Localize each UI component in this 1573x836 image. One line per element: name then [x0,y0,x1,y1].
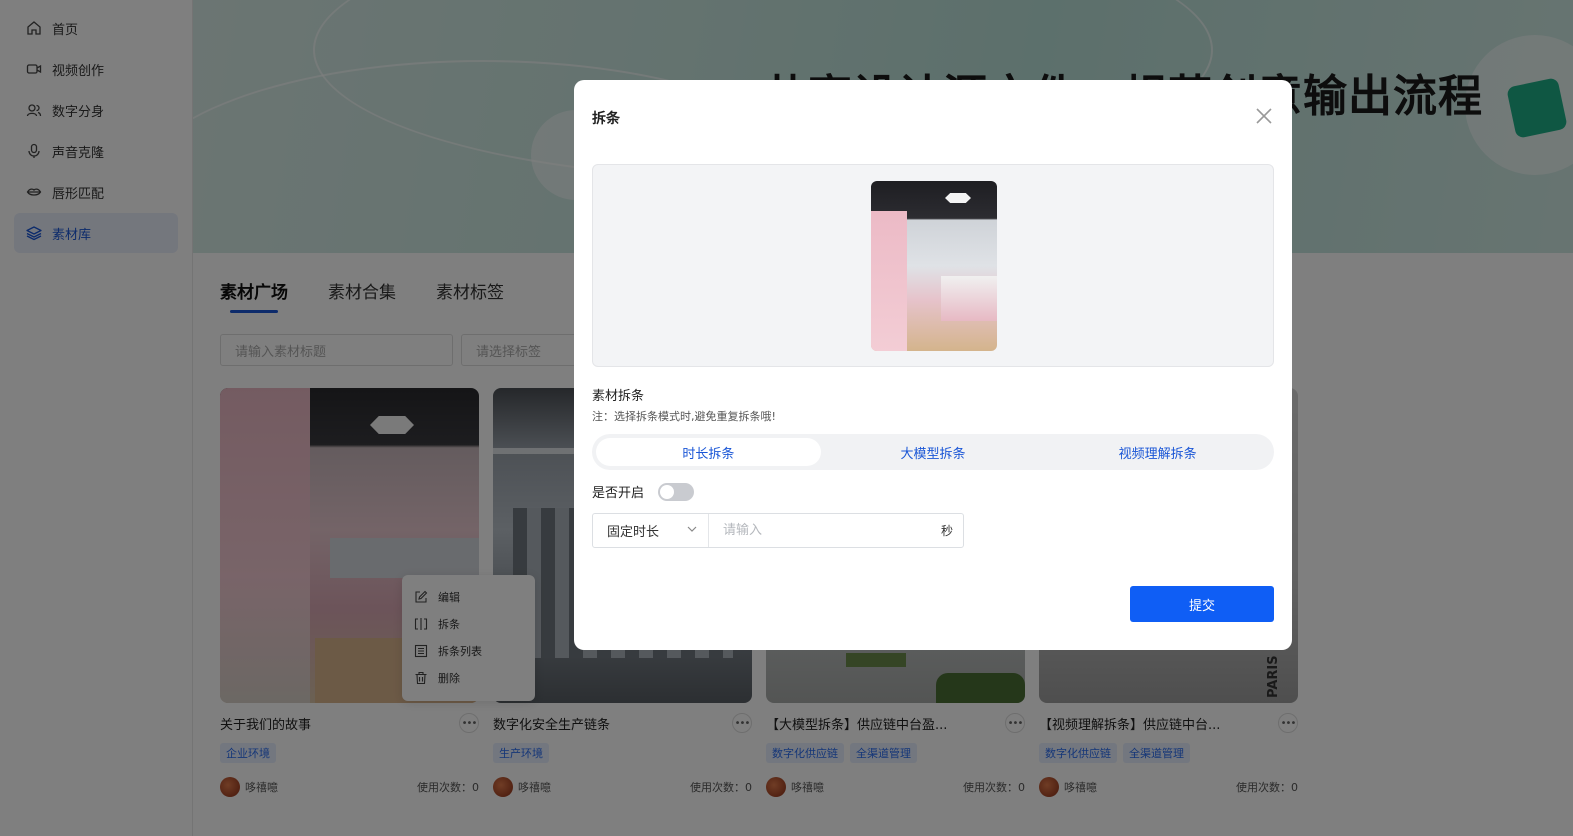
duration-mode-select[interactable]: 固定时长 [593,514,709,547]
chevron-down-icon [686,523,698,539]
split-modal: 拆条 素材拆条 注：选择拆条模式时,避免重复拆条哦! 时长拆条 大模型拆条 视频… [574,80,1292,650]
segment-llm-split[interactable]: 大模型拆条 [821,438,1046,466]
preview-area [592,164,1274,367]
duration-unit: 秒 [940,524,953,538]
enable-row: 是否开启 [592,482,695,501]
split-mode-segmented: 时长拆条 大模型拆条 视频理解拆条 [592,434,1274,470]
close-icon[interactable] [1254,106,1274,126]
note-text: 注：选择拆条模式时,避免重复拆条哦! [592,410,776,423]
segment-video-understanding-split[interactable]: 视频理解拆条 [1045,438,1270,466]
switch-label: 是否开启 [592,486,645,501]
preview-image [871,181,997,351]
duration-input[interactable] [709,514,941,547]
section-label: 素材拆条 [592,389,645,404]
duration-input-group: 固定时长 秒 [592,513,964,548]
modal-title: 拆条 [592,111,620,127]
enable-toggle[interactable] [658,482,695,501]
duration-mode-value: 固定时长 [607,525,660,540]
segment-duration-split[interactable]: 时长拆条 [596,438,821,466]
submit-button[interactable]: 提交 [1130,586,1274,622]
